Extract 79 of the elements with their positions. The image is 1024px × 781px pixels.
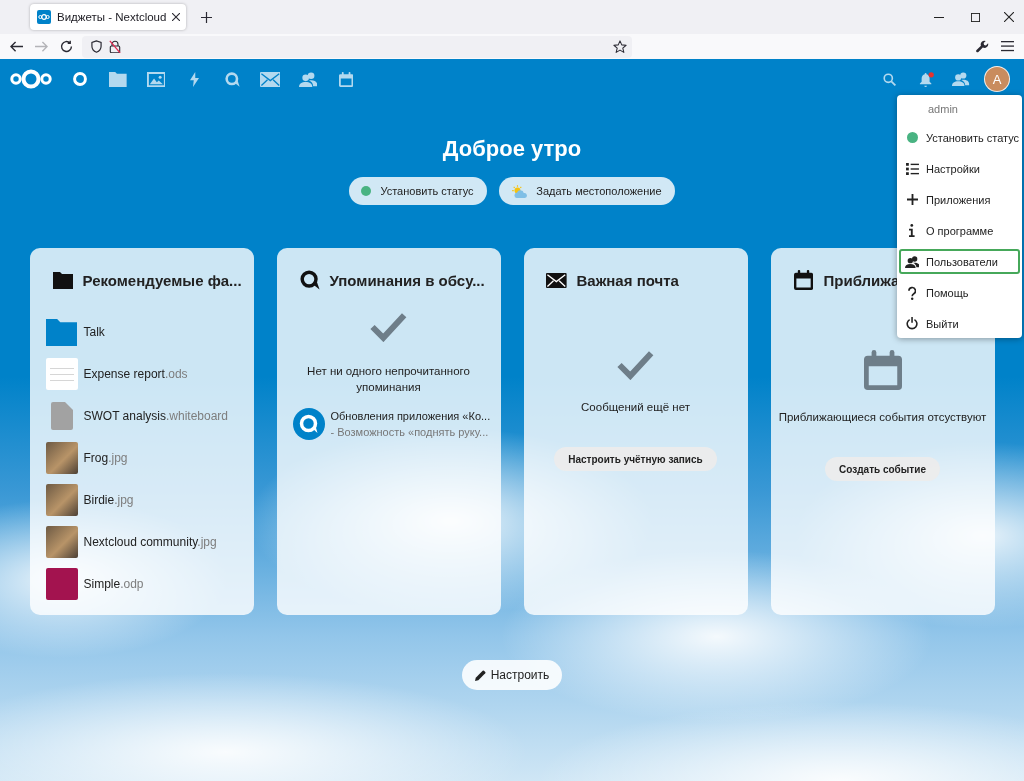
menu-item[interactable]: Настройки: [899, 156, 1020, 181]
bell-icon[interactable]: [918, 71, 934, 87]
address-field[interactable]: [82, 35, 632, 58]
widget-title: Важная почта: [576, 271, 679, 289]
photo-placeholder: [45, 442, 78, 474]
search-icon[interactable]: [882, 72, 896, 86]
menu-item[interactable]: Пользователи: [899, 249, 1020, 274]
widget-title: Рекомендуемые фа...: [82, 271, 242, 289]
lightning-icon[interactable]: [189, 71, 199, 87]
plus-icon: [906, 194, 918, 205]
close-icon[interactable]: [1004, 12, 1014, 22]
envelope-icon[interactable]: [259, 71, 281, 87]
mention-title[interactable]: Обновления приложения «Ко...: [330, 409, 491, 423]
people-icon: [904, 255, 920, 268]
photo-placeholder: [45, 526, 78, 558]
set-status-button[interactable]: Установить статус: [349, 177, 487, 205]
sun-cloud-icon: [510, 184, 528, 198]
empty-state-text: Сообщений ещё нет: [581, 400, 690, 415]
widget-action-button[interactable]: Настроить учётную запись: [554, 447, 717, 471]
envelope-icon: [546, 272, 567, 288]
menu-item[interactable]: Выйти: [899, 311, 1020, 336]
menu-item[interactable]: Приложения: [899, 187, 1020, 212]
file-name[interactable]: Simple.odp: [83, 577, 144, 591]
crossed-lock-icon: [109, 39, 121, 54]
close-icon[interactable]: [172, 13, 181, 21]
reload-icon[interactable]: [60, 40, 73, 53]
speech-bubble-icon: [292, 408, 325, 440]
back-arrow-icon[interactable]: [10, 40, 23, 53]
photo-placeholder: [45, 484, 78, 516]
file-name[interactable]: Expense report.ods: [83, 367, 188, 381]
speech-bubble-icon: [299, 270, 320, 290]
minimize-icon[interactable]: [933, 16, 944, 18]
calendar-icon: [863, 350, 902, 390]
calendar-icon[interactable]: [338, 71, 354, 87]
mention-subtitle: - Возможность «поднять руку...: [330, 425, 490, 439]
question-mark-icon: [907, 285, 917, 300]
file-name[interactable]: Nextcloud community.jpg: [83, 535, 217, 549]
set-location-button[interactable]: Задать местоположение: [498, 177, 675, 205]
check-icon: [370, 312, 407, 342]
file-name[interactable]: Birdie.jpg: [83, 493, 134, 507]
slide-thumbnail: [45, 568, 78, 600]
customize-button[interactable]: Настроить: [461, 660, 563, 690]
people-icon[interactable]: [298, 71, 318, 87]
wrench-icon[interactable]: [976, 40, 989, 53]
folder-icon: [52, 271, 73, 289]
widget-title: Упоминания в обсу...: [329, 271, 485, 289]
menu-item[interactable]: О программе: [899, 218, 1020, 243]
file-name[interactable]: SWOT analysis.whiteboard: [83, 409, 228, 423]
empty-state-text: Нет ни одного непрочитанного упоминания: [306, 364, 471, 395]
star-icon[interactable]: [613, 39, 627, 54]
calendar-icon: [793, 270, 813, 290]
widget-title: Приближа: [823, 271, 900, 289]
menu-item[interactable]: Установить статус: [899, 125, 1020, 150]
check-icon: [617, 350, 654, 380]
pencil-icon: [474, 669, 486, 681]
browser-tab[interactable]: Виджеты - Nextcloud: [30, 4, 186, 30]
menu-item[interactable]: Помощь: [899, 280, 1020, 305]
widget-action-button[interactable]: Создать событие: [825, 457, 940, 481]
plus-icon[interactable]: [200, 11, 212, 23]
file-name[interactable]: Talk: [83, 325, 105, 339]
file-icon: [50, 402, 73, 430]
empty-state-text: Приближающиеся события отсуствуют: [778, 410, 987, 425]
file-name[interactable]: Frog.jpg: [83, 451, 128, 465]
greeting-heading: Доброе утро: [442, 136, 582, 162]
list-icon: [905, 162, 919, 175]
people-icon[interactable]: [952, 72, 970, 86]
image-icon[interactable]: [146, 71, 166, 87]
maximize-icon[interactable]: [971, 12, 980, 22]
shield-icon: [91, 40, 102, 53]
folder-icon[interactable]: [109, 71, 127, 87]
rings-logo-icon[interactable]: [10, 68, 52, 90]
power-icon: [905, 317, 919, 330]
username-label: admin: [927, 102, 959, 117]
info-icon: [909, 224, 915, 237]
rings-logo-icon: [37, 10, 51, 24]
speech-bubble-icon[interactable]: [224, 71, 240, 87]
ring-icon[interactable]: [73, 72, 87, 86]
folder-icon: [45, 318, 78, 346]
menu-icon[interactable]: [1001, 41, 1014, 52]
